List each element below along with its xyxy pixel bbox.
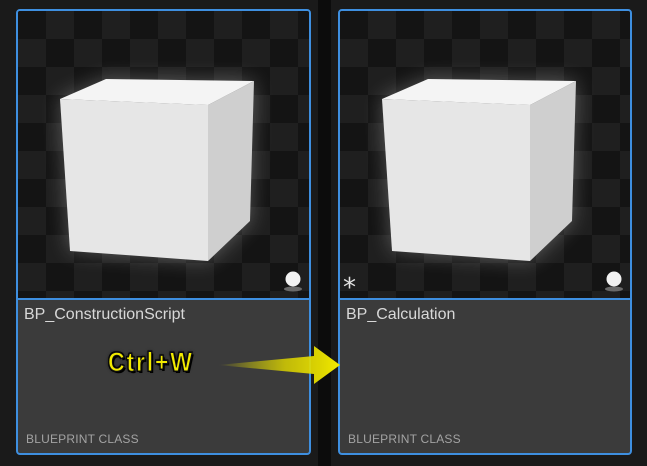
cube-preview-icon [60,79,254,261]
asset-tile-bp-calculation[interactable]: * BP_Calculation BLUEPRINT CLASS [338,9,632,455]
asset-name: BP_Calculation [346,306,456,323]
shortcut-annotation: Ctrl+W [108,347,194,378]
asset-thumbnail [18,11,309,300]
cube-preview-icon [382,79,576,261]
asset-name: BP_ConstructionScript [24,306,185,323]
asset-thumbnail: * [340,11,630,303]
asterisk-icon: * [343,273,356,303]
sphere-badge-icon [605,271,623,292]
sphere-badge-icon [284,271,302,292]
arrow-right-icon [218,346,340,384]
asset-type-label: BLUEPRINT CLASS [26,432,139,446]
asset-type-label: BLUEPRINT CLASS [348,432,461,446]
